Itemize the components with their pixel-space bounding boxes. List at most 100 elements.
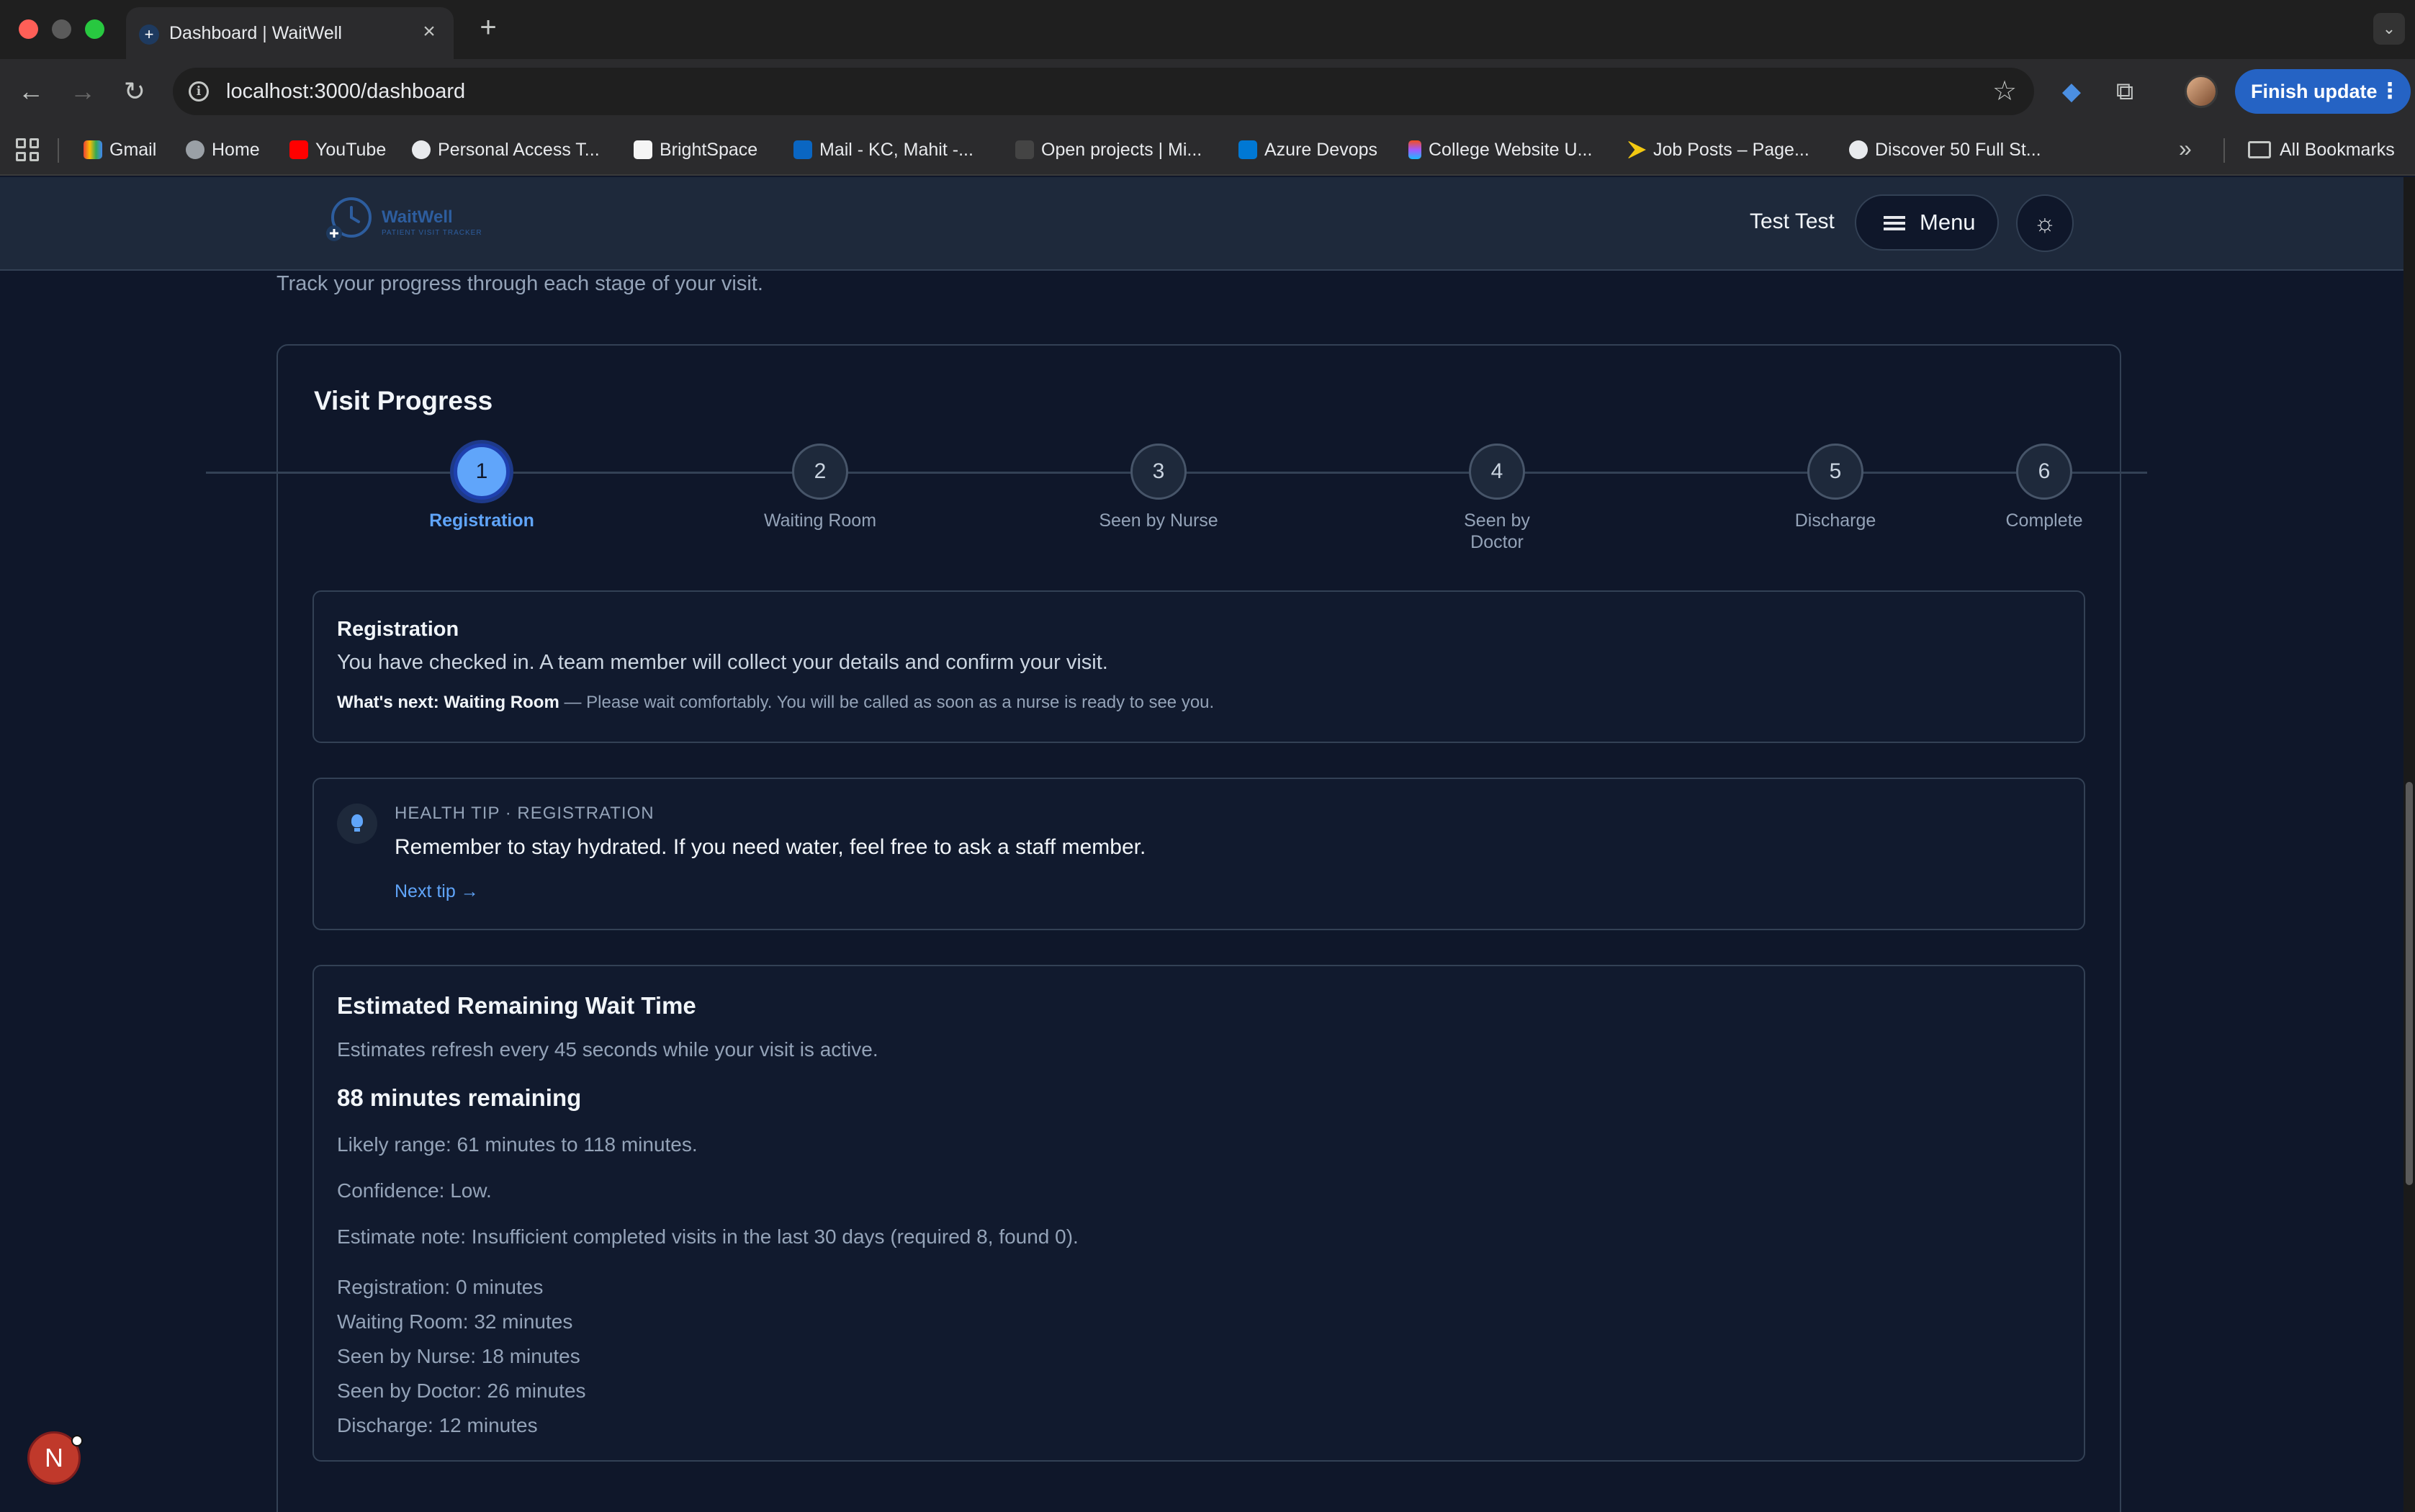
bookmark-personal-access[interactable]: Personal Access T... <box>412 138 600 162</box>
profile-avatar[interactable] <box>2185 75 2218 108</box>
whats-next-label: What's next: Waiting Room <box>337 693 559 712</box>
bookmark-college-website[interactable]: College Website U... <box>1408 138 1592 162</box>
breakdown-item: Registration: 0 minutes <box>337 1276 544 1298</box>
bookmark-star-icon[interactable]: ☆ <box>1988 75 2021 108</box>
menu-label: Menu <box>1920 210 1976 235</box>
step-number: 5 <box>1807 444 1863 500</box>
close-tab-icon[interactable]: × <box>416 19 442 45</box>
outlook-icon <box>793 140 812 159</box>
step-number: 3 <box>1130 444 1187 500</box>
back-arrow-icon[interactable]: ← <box>13 73 49 109</box>
step-label: Registration <box>429 510 534 531</box>
step-number: 2 <box>792 444 848 500</box>
step-label: Seen by Nurse <box>1099 510 1218 531</box>
step-registration[interactable]: 1 Registration <box>374 444 590 531</box>
bookmark-mail[interactable]: Mail - KC, Mahit -... <box>793 138 973 162</box>
notification-dot <box>71 1435 83 1446</box>
bookmark-gmail[interactable]: Gmail <box>84 138 156 162</box>
step-discharge[interactable]: 5 Discharge <box>1727 444 1943 531</box>
globe-icon <box>186 140 204 159</box>
scrollbar-thumb[interactable] <box>2406 782 2413 1185</box>
forward-arrow-icon[interactable]: → <box>65 73 101 109</box>
address-bar[interactable]: i localhost:3000/dashboard ☆ <box>173 68 2034 115</box>
all-bookmarks-button[interactable]: All Bookmarks <box>2248 138 2395 162</box>
maximize-window-button[interactable] <box>85 19 104 39</box>
step-seen-by-doctor[interactable]: 4 Seen by Doctor <box>1389 444 1605 553</box>
bookmark-brightspace[interactable]: BrightSpace <box>634 138 757 162</box>
github-icon <box>412 140 431 159</box>
reload-icon[interactable]: ↻ <box>117 73 153 109</box>
new-tab-button[interactable]: + <box>472 12 504 43</box>
sun-icon: ☼ <box>2033 210 2056 237</box>
step-number: 1 <box>454 444 510 500</box>
youtube-icon <box>289 140 308 159</box>
extension-icon[interactable]: ◆ <box>2055 75 2088 108</box>
breakdown-item: Seen by Doctor: 26 minutes <box>337 1380 586 1402</box>
bookmark-divider <box>2223 138 2225 163</box>
bookmark-youtube[interactable]: YouTube <box>289 138 386 162</box>
more-bookmarks-icon[interactable]: » <box>2179 135 2192 162</box>
finish-update-label: Finish update <box>2251 81 2378 102</box>
browser-tab-strip: + Dashboard | WaitWell × + ⌄ <box>0 0 2415 59</box>
step-number: 4 <box>1469 444 1525 500</box>
current-stage-title: Registration <box>337 618 459 641</box>
bookmark-divider <box>58 138 59 163</box>
likely-range: Likely range: 61 minutes to 118 minutes. <box>337 1133 698 1156</box>
step-waiting-room[interactable]: 2 Waiting Room <box>712 444 928 531</box>
refresh-note: Estimates refresh every 45 seconds while… <box>337 1038 878 1061</box>
site-info-icon[interactable]: i <box>189 81 209 102</box>
azure-devops-icon <box>1238 140 1257 159</box>
whats-next-text: What's next: Waiting Room — Please wait … <box>337 693 1214 713</box>
figma-icon <box>1408 140 1421 159</box>
gmail-icon <box>84 140 102 159</box>
extensions-puzzle-icon[interactable]: ⧉ <box>2108 75 2141 108</box>
floating-avatar-button[interactable]: N <box>27 1431 83 1485</box>
breakdown-item: Discharge: 12 minutes <box>337 1414 538 1436</box>
step-label: Waiting Room <box>763 510 877 531</box>
more-options-icon[interactable]: ⋮ <box>2379 69 2401 114</box>
menu-button[interactable]: Menu <box>1855 194 1999 251</box>
bookmark-job-posts[interactable]: Job Posts – Page... <box>1627 138 1809 162</box>
breakdown-item: Seen by Nurse: 18 minutes <box>337 1345 580 1367</box>
visit-progress-title: Visit Progress <box>314 386 493 415</box>
browser-toolbar: ← → ↻ i localhost:3000/dashboard ☆ ◆ ⧉ <box>0 59 2415 124</box>
bookmark-discover[interactable]: Discover 50 Full St... <box>1849 138 2041 162</box>
step-seen-by-nurse[interactable]: 3 Seen by Nurse <box>1051 444 1267 531</box>
page-scrollbar[interactable] <box>2403 177 2415 1512</box>
stage-breakdown-list: Registration: 0 minutes Waiting Room: 32… <box>337 1270 586 1443</box>
step-label: Discharge <box>1794 510 1876 531</box>
clock-logo-icon <box>326 197 372 241</box>
theme-toggle-button[interactable]: ☼ <box>2016 194 2074 252</box>
project-icon <box>1015 140 1034 159</box>
current-stage-panel: Registration You have checked in. A team… <box>312 590 2085 743</box>
tab-title: Dashboard | WaitWell <box>169 23 342 43</box>
finish-update-button[interactable]: Finish update ⋮ <box>2235 69 2411 114</box>
bookmarks-bar: Gmail Home YouTube Personal Access T... … <box>0 124 2415 176</box>
bookmark-azure-devops[interactable]: Azure Devops <box>1238 138 1377 162</box>
apps-grid-icon[interactable] <box>16 138 39 161</box>
step-number: 6 <box>2016 444 2072 500</box>
minutes-remaining: 88 minutes remaining <box>337 1084 582 1111</box>
folder-icon <box>2248 141 2271 158</box>
close-window-button[interactable] <box>19 19 38 39</box>
waitwell-favicon-icon: + <box>139 24 159 45</box>
bookmark-home[interactable]: Home <box>186 138 260 162</box>
bookmark-open-projects[interactable]: Open projects | Mi... <box>1015 138 1202 162</box>
estimate-note: Estimate note: Insufficient completed vi… <box>337 1225 1079 1248</box>
avatar-initial: N <box>45 1443 63 1472</box>
step-complete[interactable]: 6 Complete <box>1936 444 2152 531</box>
info-icon <box>1849 140 1868 159</box>
d2l-icon <box>634 140 652 159</box>
tab-search-button[interactable]: ⌄ <box>2373 13 2405 45</box>
url-text[interactable]: localhost:3000/dashboard <box>226 80 465 104</box>
browser-tab[interactable]: + Dashboard | WaitWell × <box>126 7 454 59</box>
minimize-window-button[interactable] <box>52 19 71 39</box>
health-tip-text: Remember to stay hydrated. If you need w… <box>395 835 1146 859</box>
logo-subtitle: PATIENT VISIT TRACKER <box>382 229 482 237</box>
next-tip-link[interactable]: Next tip → <box>395 881 479 902</box>
waitwell-logo[interactable]: WaitWell PATIENT VISIT TRACKER <box>324 194 497 252</box>
app-header: WaitWell PATIENT VISIT TRACKER Test Test… <box>0 177 2403 271</box>
app-viewport: Track your progress through each stage o… <box>0 177 2403 1512</box>
step-label: Seen by Doctor <box>1464 510 1530 552</box>
step-label: Complete <box>2005 510 2083 531</box>
